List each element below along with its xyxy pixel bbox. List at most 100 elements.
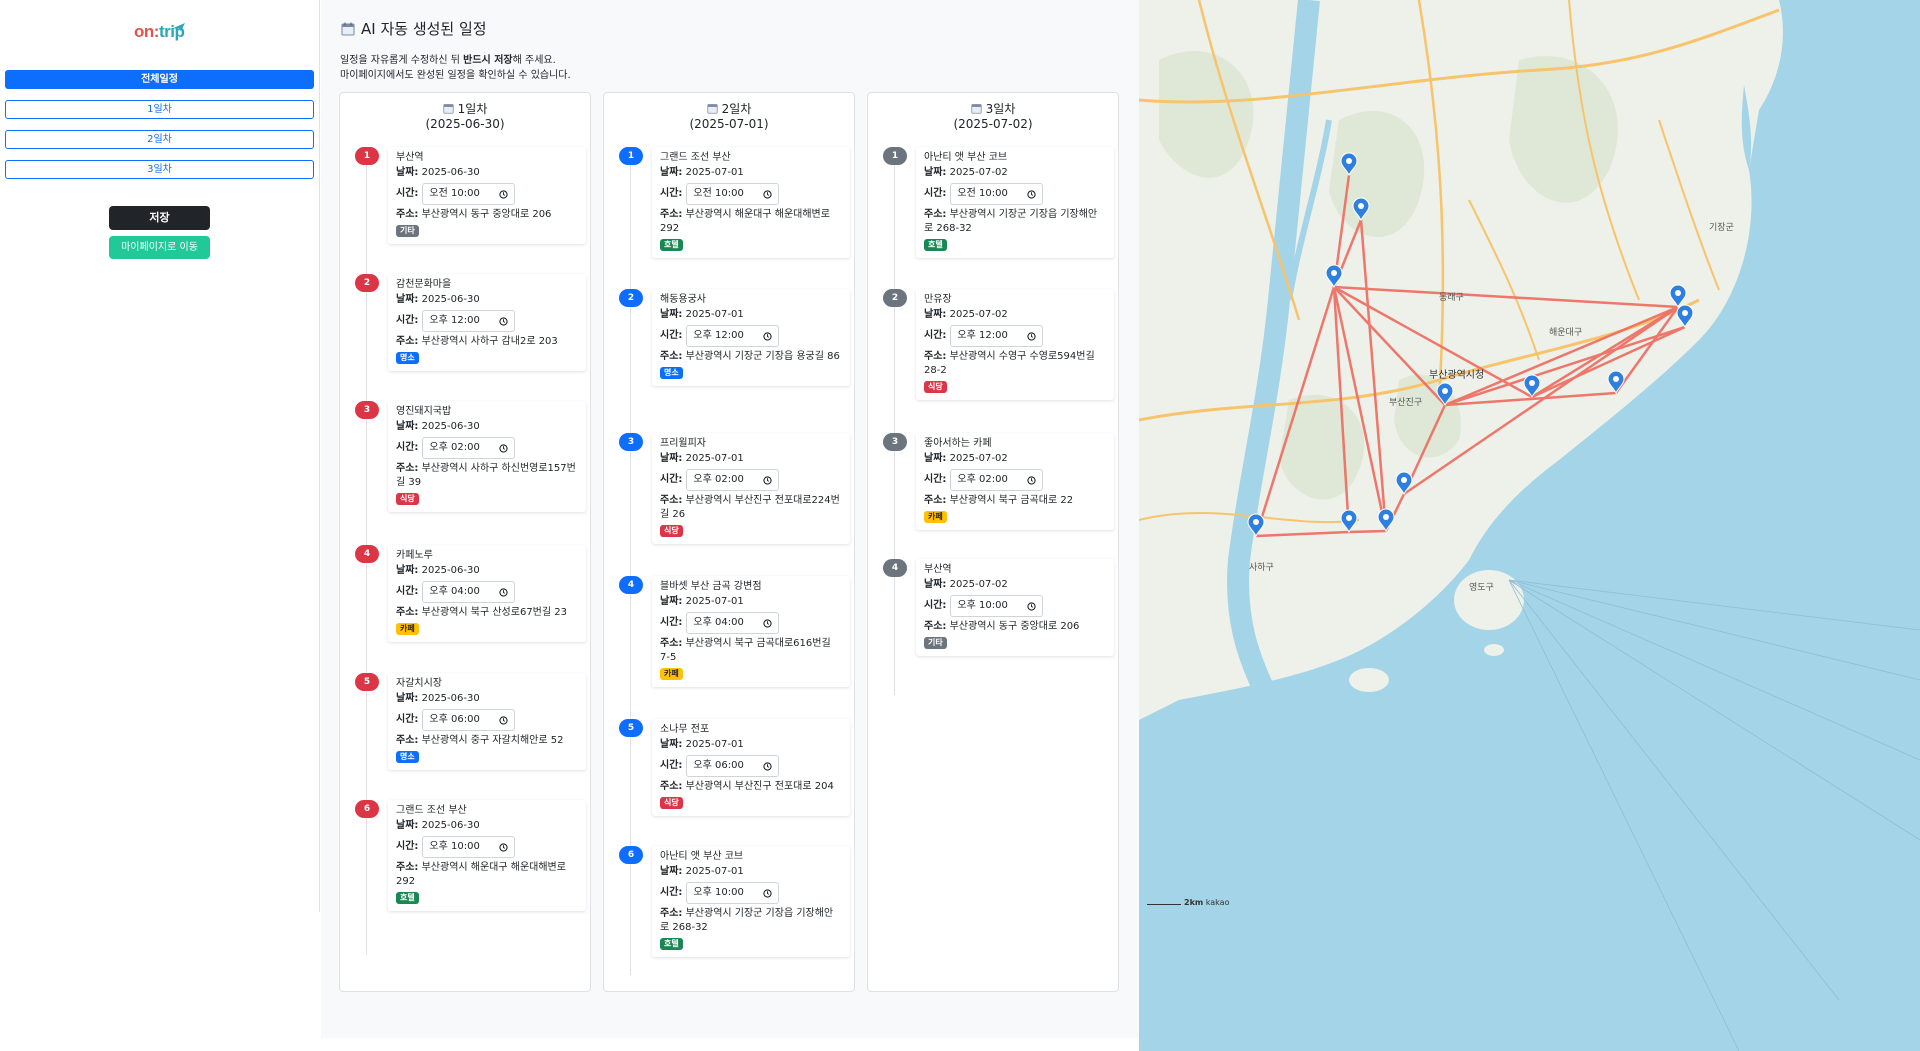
clock-icon[interactable] — [763, 475, 773, 485]
date-label: 날짜: — [396, 693, 419, 704]
map-label-saha: 사하구 — [1249, 562, 1274, 572]
place-card[interactable]: 부산역 날짜: 2025-07-02 시간: 오후 10:00 주소: 부산광역시 동구… — [916, 559, 1114, 656]
time-input[interactable]: 오후 04:00 — [686, 612, 780, 634]
category-badge: 식당 — [660, 797, 683, 809]
time-value: 오후 12:00 — [957, 330, 1008, 341]
clock-icon[interactable] — [763, 331, 773, 341]
time-input[interactable]: 오후 02:00 — [950, 469, 1044, 491]
map-canvas[interactable]: 부산광역시청 해운대구 사하구 영도구 기장군 부산진구 동래구 — [1139, 0, 1920, 1051]
place-card[interactable]: 좋아서하는 카페 날짜: 2025-07-02 시간: 오후 02:00 주소: 부산광… — [916, 433, 1114, 530]
time-input[interactable]: 오후 04:00 — [422, 581, 516, 603]
notice-text: 일정을 자유롭게 수정하신 뒤 반드시 저장해 주세요. 마이페이지에서도 완성… — [340, 55, 571, 81]
place-card[interactable]: 부산역 날짜: 2025-06-30 시간: 오전 10:00 주소: 부산광역시 동구… — [388, 147, 586, 244]
category-badge: 명소 — [660, 367, 683, 379]
place-address: 부산광역시 부산진구 전포대로 204 — [685, 781, 834, 792]
clock-icon[interactable] — [763, 189, 773, 199]
place-card[interactable]: 소나무 전포 날짜: 2025-07-01 시간: 오후 06:00 주소: 부산광역시… — [652, 719, 850, 816]
place-card[interactable]: 그랜드 조선 부산 날짜: 2025-07-01 시간: 오전 10:00 주소: 부산… — [652, 147, 850, 258]
place-card[interactable]: 해동용궁사 날짜: 2025-07-01 시간: 오후 12:00 주소: 부산광역시 … — [652, 289, 850, 386]
map-scale: 2km kakao — [1147, 898, 1229, 907]
place-card[interactable]: 감천문화마을 날짜: 2025-06-30 시간: 오후 12:00 주소: 부산광역시… — [388, 274, 586, 371]
time-input[interactable]: 오후 12:00 — [422, 310, 516, 332]
place-name: 좋아서하는 카페 — [924, 438, 992, 449]
time-input[interactable]: 오후 06:00 — [422, 709, 516, 731]
nav-all-days[interactable]: 전체일정 — [5, 70, 314, 89]
place-address: 부산광역시 기장군 기장읍 기장해안로 268-32 — [924, 209, 1098, 234]
mypage-button[interactable]: 마이페이지로 이동 — [109, 236, 210, 259]
place-name: 프리윌피자 — [660, 438, 706, 449]
time-input[interactable]: 오후 10:00 — [422, 836, 516, 858]
order-badge: 1 — [355, 147, 379, 165]
clock-icon[interactable] — [1027, 189, 1037, 199]
time-label: 시간: — [660, 617, 683, 628]
place-address: 부산광역시 기장군 기장읍 용궁길 86 — [685, 351, 840, 362]
time-value: 오후 04:00 — [693, 617, 744, 628]
date-label: 날짜: — [924, 167, 947, 178]
place-card[interactable]: 만유장 날짜: 2025-07-02 시간: 오후 12:00 주소: 부산광역시 수영… — [916, 289, 1114, 400]
nav-day-1[interactable]: 1일차 — [5, 100, 314, 119]
map-label-busanjin: 부산진구 — [1389, 397, 1422, 407]
place-date: 2025-06-30 — [421, 294, 480, 305]
save-button[interactable]: 저장 — [109, 206, 210, 230]
order-badge: 1 — [883, 147, 907, 165]
order-badge: 5 — [619, 719, 643, 737]
place-card[interactable]: 프리윌피자 날짜: 2025-07-01 시간: 오후 02:00 주소: 부산광역시 … — [652, 433, 850, 544]
category-badge: 기타 — [396, 225, 419, 237]
time-input[interactable]: 오후 12:00 — [950, 325, 1044, 347]
time-input[interactable]: 오후 02:00 — [422, 437, 516, 459]
clock-icon[interactable] — [763, 888, 773, 898]
date-label: 날짜: — [396, 167, 419, 178]
clock-icon[interactable] — [499, 715, 509, 725]
clock-icon[interactable] — [499, 587, 509, 597]
time-input[interactable]: 오후 02:00 — [686, 469, 780, 491]
time-input[interactable]: 오후 06:00 — [686, 755, 780, 777]
category-badge: 기타 — [924, 637, 947, 649]
place-card[interactable]: 아난티 앳 부산 코브 날짜: 2025-07-02 시간: 오전 10:00 주소: … — [916, 147, 1114, 258]
place-address: 부산광역시 중구 자갈치해안로 52 — [421, 735, 564, 746]
clock-icon[interactable] — [499, 316, 509, 326]
time-label: 시간: — [924, 330, 947, 341]
clock-icon[interactable] — [763, 618, 773, 628]
place-card[interactable]: 그랜드 조선 부산 날짜: 2025-06-30 시간: 오후 10:00 주소: 부산… — [388, 800, 586, 911]
time-input[interactable]: 오전 10:00 — [686, 183, 780, 205]
calendar-icon — [707, 104, 718, 114]
place-date: 2025-06-30 — [421, 167, 480, 178]
page-title-text: AI 자동 생성된 일정 — [361, 20, 487, 38]
time-input[interactable]: 오후 12:00 — [686, 325, 780, 347]
place-date: 2025-07-01 — [685, 167, 744, 178]
time-input[interactable]: 오후 10:00 — [686, 882, 780, 904]
time-input[interactable]: 오전 10:00 — [422, 183, 516, 205]
time-label: 시간: — [660, 330, 683, 341]
order-badge: 3 — [883, 433, 907, 451]
clock-icon[interactable] — [1027, 601, 1037, 611]
time-value: 오전 10:00 — [429, 188, 480, 199]
time-label: 시간: — [924, 474, 947, 485]
nav-day-2[interactable]: 2일차 — [5, 130, 314, 149]
date-label: 날짜: — [924, 309, 947, 320]
clock-icon[interactable] — [499, 189, 509, 199]
clock-icon[interactable] — [499, 842, 509, 852]
place-address: 부산광역시 해운대구 해운대해변로 292 — [396, 862, 566, 887]
category-badge: 식당 — [924, 381, 947, 393]
place-card[interactable]: 아난티 앳 부산 코브 날짜: 2025-07-01 시간: 오후 10:00 주소: … — [652, 846, 850, 957]
clock-icon[interactable] — [1027, 331, 1037, 341]
time-value: 오후 02:00 — [429, 442, 480, 453]
date-label: 날짜: — [660, 167, 683, 178]
time-input[interactable]: 오후 10:00 — [950, 595, 1044, 617]
place-card[interactable]: 자갈치시장 날짜: 2025-06-30 시간: 오후 06:00 주소: 부산광역시 … — [388, 673, 586, 770]
place-card[interactable]: 블바셋 부산 금곡 강변점 날짜: 2025-07-01 시간: 오후 04:00 주소… — [652, 576, 850, 687]
clock-icon[interactable] — [499, 443, 509, 453]
clock-icon[interactable] — [1027, 475, 1037, 485]
map-label-cityhall: 부산광역시청 — [1429, 369, 1484, 381]
place-address: 부산광역시 기장군 기장읍 기장해안로 268-32 — [660, 908, 834, 933]
clock-icon[interactable] — [763, 761, 773, 771]
nav-day-3[interactable]: 3일차 — [5, 160, 314, 179]
place-date: 2025-07-01 — [685, 309, 744, 320]
route-map[interactable]: 부산광역시청 해운대구 사하구 영도구 기장군 부산진구 동래구 2km kak… — [1139, 0, 1920, 1051]
time-label: 시간: — [660, 887, 683, 898]
category-badge: 명소 — [396, 352, 419, 364]
time-input[interactable]: 오전 10:00 — [950, 183, 1044, 205]
place-card[interactable]: 카페노루 날짜: 2025-06-30 시간: 오후 04:00 주소: 부산광역시 북… — [388, 545, 586, 642]
category-badge: 호텔 — [660, 239, 683, 251]
place-card[interactable]: 영진돼지국밥 날짜: 2025-06-30 시간: 오후 02:00 주소: 부산광역시… — [388, 401, 586, 512]
